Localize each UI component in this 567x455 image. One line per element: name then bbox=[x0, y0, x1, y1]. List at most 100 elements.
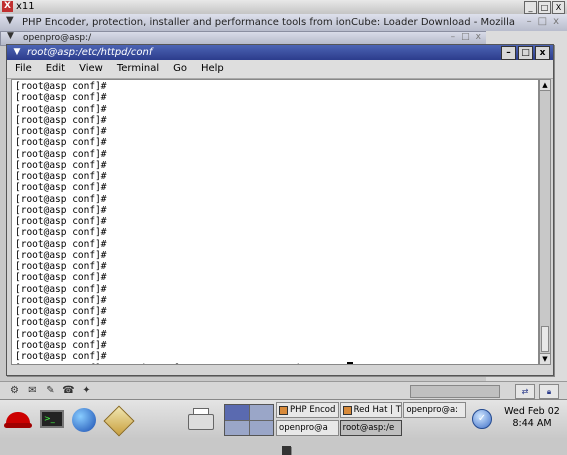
task-label: root@asp:/e bbox=[342, 422, 395, 433]
terminal-window: ▼ root@asp:/etc/httpd/conf – □ x File Ed… bbox=[6, 44, 554, 376]
terminal-line: [root@asp conf]# bbox=[15, 328, 107, 340]
terminal-line: [root@asp conf]# bbox=[15, 216, 107, 227]
terminal-line: [root@asp conf]# bbox=[15, 317, 107, 329]
task-button[interactable]: openpro@a bbox=[276, 419, 339, 455]
menu-terminal[interactable]: Terminal bbox=[110, 60, 166, 78]
security-lock-icon[interactable]: 🔒︎ bbox=[539, 384, 559, 399]
workspace-2[interactable] bbox=[249, 405, 273, 420]
task-label: openpro@a: bbox=[406, 405, 459, 415]
minimize-button[interactable]: – bbox=[501, 46, 516, 60]
terminal-line: [root@asp conf]# bbox=[15, 294, 107, 306]
chat-icon[interactable]: ✦ bbox=[80, 384, 93, 397]
navigator-icon[interactable]: ⚙ bbox=[8, 384, 21, 397]
workspace-4[interactable] bbox=[249, 420, 273, 435]
terminal-line: [root@asp conf]# bbox=[15, 137, 107, 149]
x11-window-title: x11 bbox=[16, 1, 35, 12]
terminal-scrollbar[interactable]: ▲ ▼ bbox=[539, 79, 551, 365]
x11-titlebar: X x11 _ □ X bbox=[0, 0, 567, 15]
task-button-active[interactable]: root@asp:/e bbox=[282, 419, 403, 455]
minimize-button[interactable]: – bbox=[527, 16, 532, 27]
terminal-line: [root@asp conf]# bbox=[15, 171, 107, 182]
status-right-buttons: ⇄ 🔒︎ bbox=[515, 384, 559, 399]
scrollbar-thumb[interactable] bbox=[541, 326, 549, 352]
scroll-up-arrow-icon[interactable]: ▲ bbox=[540, 80, 550, 91]
menu-go[interactable]: Go bbox=[166, 60, 194, 78]
browser-component-icons: ⚙ ✉ ✎ ☎ ✦ bbox=[8, 384, 93, 397]
connection-icon[interactable]: ⇄ bbox=[515, 384, 535, 399]
terminal-line: [root@asp conf]# bbox=[15, 103, 107, 115]
menu-view[interactable]: View bbox=[72, 60, 110, 78]
maximize-button[interactable]: □ bbox=[518, 46, 533, 60]
terminal-text: [root@asp conf]# [root@asp conf]# [root@… bbox=[12, 80, 538, 364]
web-browser-launcher-icon[interactable] bbox=[70, 406, 98, 434]
minimize-button[interactable]: _ bbox=[524, 1, 537, 14]
task-button[interactable]: PHP Encod bbox=[276, 402, 339, 418]
workspace-pager[interactable] bbox=[224, 404, 274, 436]
taskbar: >_ PHP Encod Red Hat | Tl openpro@a: ope… bbox=[0, 399, 567, 455]
terminal-command-line: [root@asp conf]# rpm -i mysql-server-3.2… bbox=[15, 363, 347, 364]
redhat-menu-icon[interactable] bbox=[4, 406, 32, 434]
terminal-line: [root@asp conf]# bbox=[15, 193, 107, 205]
task-label: openpro@a bbox=[279, 422, 328, 433]
office-launcher-icon[interactable] bbox=[103, 405, 135, 437]
close-button[interactable]: x bbox=[553, 16, 559, 27]
terminal-line: [root@asp conf]# bbox=[15, 339, 107, 351]
terminal-titlebar[interactable]: ▼ root@asp:/etc/httpd/conf – □ x bbox=[7, 45, 553, 60]
terminal-line: [root@asp conf]# bbox=[15, 204, 107, 216]
browser-status-strip: ⚙ ✉ ✎ ☎ ✦ ⇄ 🔒︎ bbox=[0, 381, 567, 400]
terminal-line: [root@asp conf]# bbox=[15, 159, 107, 171]
printer-launcher-icon[interactable] bbox=[186, 406, 214, 434]
text-cursor bbox=[346, 362, 353, 364]
terminal-output[interactable]: [root@asp conf]# [root@asp conf]# [root@… bbox=[11, 79, 539, 365]
update-agent-icon[interactable]: ✓ bbox=[472, 409, 492, 429]
workspace-1[interactable] bbox=[225, 405, 249, 420]
maximize-button[interactable]: □ bbox=[538, 16, 547, 27]
mozilla-window-buttons: – □ x bbox=[527, 16, 559, 27]
terminal-launcher-icon[interactable]: >_ bbox=[38, 406, 66, 434]
terminal-line: [root@asp conf]# bbox=[15, 92, 107, 104]
terminal-line: [root@asp conf]# bbox=[15, 306, 107, 317]
clock-time: 8:44 AM bbox=[512, 418, 552, 429]
close-button[interactable]: x bbox=[535, 46, 550, 60]
clock[interactable]: Wed Feb 02 8:44 AM bbox=[500, 406, 564, 430]
mozilla-icon bbox=[342, 405, 352, 415]
task-label: PHP Encod bbox=[290, 405, 336, 415]
terminal-menubar: File Edit View Terminal Go Help bbox=[7, 60, 553, 79]
maximize-button[interactable]: □ bbox=[538, 1, 551, 14]
workspace-3[interactable] bbox=[225, 420, 249, 435]
terminal-line: [root@asp conf]# bbox=[15, 182, 107, 194]
close-button[interactable]: X bbox=[552, 1, 565, 14]
menu-help[interactable]: Help bbox=[194, 60, 231, 78]
task-list: PHP Encod Red Hat | Tl openpro@a: openpr… bbox=[276, 402, 466, 455]
terminal-line: [root@asp conf]# bbox=[15, 114, 107, 126]
terminal-line: [root@asp conf]# bbox=[15, 249, 107, 261]
mozilla-icon bbox=[279, 405, 288, 415]
terminal-line: [root@asp conf]# bbox=[15, 238, 107, 250]
terminal-line: [root@asp conf]# bbox=[15, 227, 107, 239]
scroll-down-arrow-icon[interactable]: ▼ bbox=[540, 353, 550, 364]
task-button[interactable]: Red Hat | Tl bbox=[339, 402, 403, 418]
terminal-line: [root@asp conf]# bbox=[15, 351, 107, 362]
openpro-window-buttons: – □ x bbox=[451, 32, 481, 42]
window-menu-icon[interactable]: ▼ bbox=[11, 45, 23, 58]
terminal-line: [root@asp conf]# bbox=[15, 272, 107, 284]
terminal-window-buttons: – □ x bbox=[501, 46, 550, 60]
window-menu-icon[interactable]: ▼ bbox=[7, 31, 14, 41]
mozilla-titlebar[interactable]: ▼ PHP Encoder, protection, installer and… bbox=[0, 14, 567, 32]
close-button[interactable]: x bbox=[476, 32, 481, 42]
composer-icon[interactable]: ✎ bbox=[44, 384, 57, 397]
menu-edit[interactable]: Edit bbox=[39, 60, 72, 78]
terminal-line: [root@asp conf]# bbox=[15, 126, 107, 137]
window-menu-icon[interactable]: ▼ bbox=[6, 15, 14, 26]
menu-file[interactable]: File bbox=[7, 60, 39, 78]
address-book-icon[interactable]: ☎ bbox=[62, 384, 75, 397]
mozilla-window-title: PHP Encoder, protection, installer and p… bbox=[22, 17, 515, 28]
maximize-button[interactable]: □ bbox=[461, 32, 470, 42]
task-button[interactable]: openpro@a: bbox=[282, 402, 466, 455]
terminal-window-title: root@asp:/etc/httpd/conf bbox=[27, 47, 153, 58]
x11-window-buttons: _ □ X bbox=[524, 1, 565, 14]
status-progress-field bbox=[410, 385, 500, 398]
x11-logo-icon: X bbox=[2, 1, 13, 12]
minimize-button[interactable]: – bbox=[451, 32, 456, 42]
mail-icon[interactable]: ✉ bbox=[26, 384, 39, 397]
